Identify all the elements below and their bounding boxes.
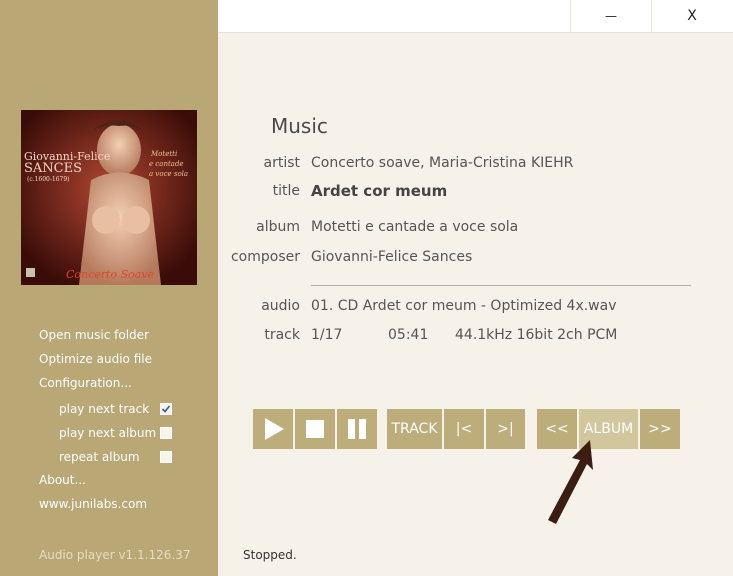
stop-icon <box>306 420 324 438</box>
cover-subtitle-line2: e cantade <box>149 160 184 168</box>
next-album-button[interactable]: >> <box>640 409 680 449</box>
about-link[interactable]: About... <box>39 473 86 487</box>
divider <box>311 285 691 286</box>
composer-label: composer <box>230 249 300 265</box>
page-title: Music <box>271 114 328 138</box>
album-cover-art <box>21 110 197 285</box>
artist-label: artist <box>263 155 301 171</box>
cover-subtitle-line3: a voce sola <box>149 170 189 178</box>
audio-value: 01. CD Ardet cor meum - Optimized 4x.wav <box>311 298 617 314</box>
minimize-button[interactable]: — <box>570 0 651 32</box>
cover-subtitle-line1: Motetti <box>151 150 178 158</box>
close-button[interactable]: X <box>651 0 732 32</box>
next-track-button[interactable]: >| <box>486 409 525 449</box>
artist-value: Concerto soave, Maria-Cristina KIEHR <box>311 155 574 171</box>
option-repeat-album[interactable]: repeat album <box>59 450 209 464</box>
stop-button[interactable] <box>295 409 335 449</box>
track-button[interactable]: TRACK <box>387 409 442 449</box>
audio-label: audio <box>261 298 300 314</box>
album-value: Motetti e cantade a voce sola <box>311 219 519 235</box>
repeat-album-checkbox[interactable] <box>160 451 172 463</box>
previous-track-button[interactable]: |< <box>444 409 484 449</box>
pause-button[interactable] <box>337 409 377 449</box>
open-music-folder-link[interactable]: Open music folder <box>39 328 149 342</box>
close-icon: X <box>687 8 697 24</box>
pause-icon <box>348 419 366 439</box>
play-icon <box>265 418 284 440</box>
cover-artist-line2: SANCES <box>24 161 83 176</box>
option-label: play next track <box>59 402 150 416</box>
version-label: Audio player v1.1.126.37 <box>39 548 191 562</box>
track-duration: 05:41 <box>388 327 429 343</box>
option-label: repeat album <box>59 450 140 464</box>
option-label: play next album <box>59 426 157 440</box>
title-label: title <box>272 183 300 199</box>
album-label: album <box>256 219 300 235</box>
album-cover: Giovanni-Felice SANCES (c.1600-1679) Mot… <box>21 110 197 285</box>
track-label: track <box>264 327 300 343</box>
website-link[interactable]: www.junilabs.com <box>39 497 147 511</box>
title-value: Ardet cor meum <box>311 182 448 200</box>
track-number: 1/17 <box>311 327 343 343</box>
checkmark-icon <box>161 405 171 413</box>
option-play-next-album[interactable]: play next album <box>59 426 209 440</box>
pointer-arrow-icon <box>548 440 593 524</box>
cover-ensemble: Concerto Soave <box>66 268 155 281</box>
minimize-icon: — <box>605 9 617 23</box>
composer-value: Giovanni-Felice Sances <box>311 249 473 265</box>
title-bar: — X <box>218 0 733 33</box>
cover-years: (c.1600-1679) <box>27 176 70 183</box>
configuration-link[interactable]: Configuration... <box>39 376 132 390</box>
play-next-track-checkbox[interactable] <box>160 403 172 415</box>
track-format: 44.1kHz 16bit 2ch PCM <box>455 327 618 343</box>
status-text: Stopped. <box>243 548 297 562</box>
play-next-album-checkbox[interactable] <box>160 427 172 439</box>
optimize-audio-link[interactable]: Optimize audio file <box>39 352 152 366</box>
option-play-next-track[interactable]: play next track <box>59 402 209 416</box>
sidebar: Giovanni-Felice SANCES (c.1600-1679) Mot… <box>0 0 218 576</box>
play-button[interactable] <box>253 409 293 449</box>
